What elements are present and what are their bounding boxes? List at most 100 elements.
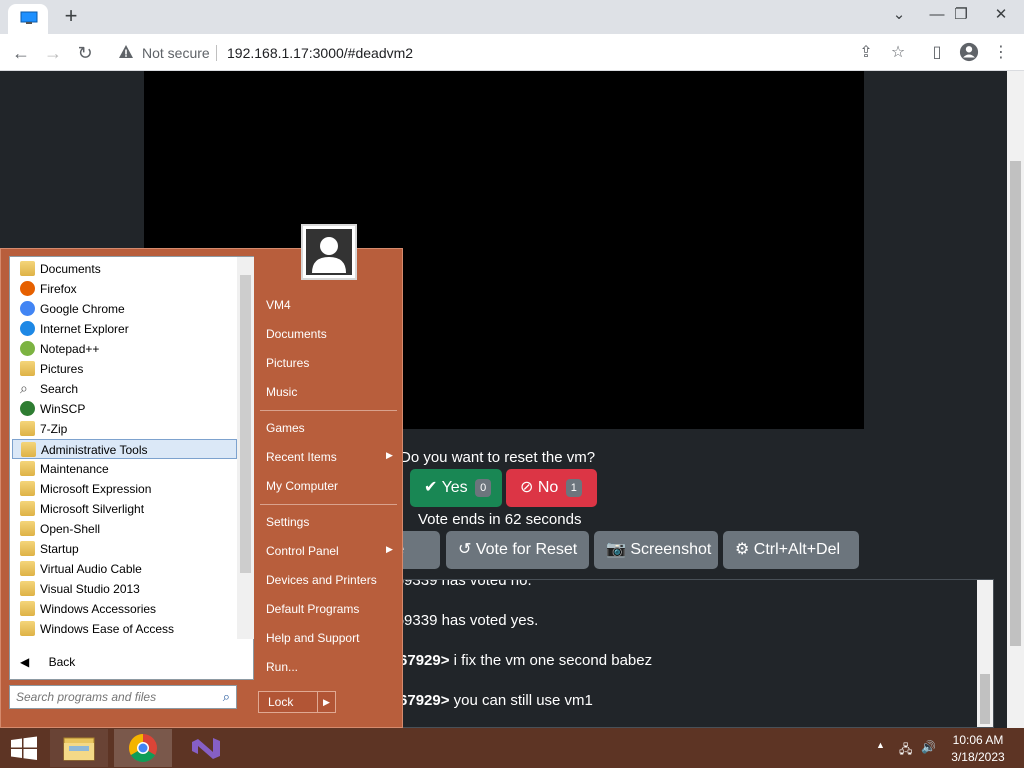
vote-reset-button[interactable]: ↺ Vote for Reset: [446, 531, 589, 569]
taskbar-visual-studio[interactable]: [176, 729, 234, 767]
program-item[interactable]: Notepad++: [12, 339, 237, 359]
user-avatar[interactable]: [301, 224, 357, 280]
program-item[interactable]: Windows Ease of Access: [12, 619, 237, 639]
screenshot-button[interactable]: 📷 Screenshot: [594, 531, 718, 569]
vote-timer: Vote ends in 62 seconds: [418, 511, 582, 528]
start-item-run[interactable]: Run...: [266, 660, 298, 674]
program-item[interactable]: Windows Accessories: [12, 599, 237, 619]
start-item-default-programs[interactable]: Default Programs: [266, 602, 359, 616]
folder-icon: [20, 561, 35, 576]
menu-dots-icon[interactable]: ⋮: [990, 42, 1012, 64]
start-item-my-computer[interactable]: My Computer: [266, 479, 338, 493]
start-item-settings[interactable]: Settings: [266, 515, 309, 529]
start-item-documents[interactable]: Documents: [266, 327, 327, 341]
folder-icon: [63, 737, 95, 761]
program-item[interactable]: ⌕ Search: [12, 379, 237, 399]
search-icon: ⌕: [20, 380, 28, 396]
program-item[interactable]: Microsoft Expression: [12, 479, 237, 499]
side-panel-icon[interactable]: ▯: [926, 42, 948, 64]
folder-icon: [21, 442, 36, 457]
start-item-recent-items[interactable]: Recent Items: [266, 450, 337, 464]
reload-icon[interactable]: ↻: [72, 40, 98, 66]
program-item[interactable]: Microsoft Silverlight: [12, 499, 237, 519]
program-item[interactable]: WinSCP: [12, 399, 237, 419]
back-arrow-icon[interactable]: ←: [8, 40, 34, 66]
chrome-icon: [129, 734, 157, 762]
start-item-devices-printers[interactable]: Devices and Printers: [266, 573, 377, 587]
firefox-icon: [20, 281, 35, 296]
tab-strip: + ⌄ — ❐ ✕: [0, 0, 1024, 34]
back-button[interactable]: ◀ Back: [20, 655, 75, 669]
not-secure-label[interactable]: Not secure: [142, 45, 210, 61]
program-item[interactable]: Open-Shell: [12, 519, 237, 539]
program-label: Microsoft Silverlight: [40, 502, 145, 516]
folder-icon: [20, 461, 35, 476]
program-label: Visual Studio 2013: [40, 582, 140, 596]
program-item[interactable]: Virtual Audio Cable: [12, 559, 237, 579]
program-item[interactable]: Google Chrome: [12, 299, 237, 319]
start-item-help-support[interactable]: Help and Support: [266, 631, 359, 645]
program-item[interactable]: 7-Zip: [12, 419, 237, 439]
new-tab-button[interactable]: +: [60, 4, 82, 28]
folder-icon: [20, 481, 35, 496]
program-label: Windows Accessories: [40, 602, 157, 616]
taskbar-explorer[interactable]: [50, 729, 108, 767]
taskbar: ▲ 🖧 🔊 10:06 AM 3/18/2023: [0, 728, 1024, 768]
clock-time[interactable]: 10:06 AM: [938, 733, 1018, 747]
programs-scrollbar[interactable]: [237, 257, 254, 639]
program-item[interactable]: Firefox: [12, 279, 237, 299]
start-item-vm4[interactable]: VM4: [266, 298, 291, 312]
vote-yes-button[interactable]: ✔ Yes 0: [410, 469, 502, 507]
program-item[interactable]: Internet Explorer: [12, 319, 237, 339]
close-icon[interactable]: ✕: [986, 2, 1016, 28]
share-icon[interactable]: ⇪: [855, 42, 877, 64]
no-count-badge: 1: [565, 478, 582, 497]
start-item-control-panel[interactable]: Control Panel: [266, 544, 339, 558]
start-search-box[interactable]: ⌕: [9, 685, 237, 709]
forward-arrow-icon[interactable]: →: [40, 40, 66, 66]
volume-icon[interactable]: 🔊: [921, 740, 936, 754]
browser-tab[interactable]: [8, 4, 48, 34]
tray-expand-icon[interactable]: ▲: [876, 740, 885, 750]
divider: [260, 410, 397, 411]
url-text[interactable]: 192.168.1.17:3000/#deadvm2: [227, 45, 413, 61]
start-button[interactable]: [0, 729, 48, 767]
clock-date[interactable]: 3/18/2023: [938, 750, 1018, 764]
programs-scroll-thumb[interactable]: [240, 275, 251, 573]
start-search-input[interactable]: [16, 686, 212, 708]
ctrl-alt-del-button[interactable]: ⚙ Ctrl+Alt+Del: [723, 531, 859, 569]
program-item[interactable]: Administrative Tools: [12, 439, 237, 459]
program-item[interactable]: Pictures: [12, 359, 237, 379]
program-label: Administrative Tools: [41, 443, 148, 457]
user-picture: [306, 229, 352, 275]
folder-icon: [20, 541, 35, 556]
star-icon[interactable]: ☆: [887, 42, 909, 64]
taskbar-chrome[interactable]: [114, 729, 172, 767]
start-item-games[interactable]: Games: [266, 421, 305, 435]
lock-options-arrow-icon[interactable]: ▶: [317, 692, 335, 712]
program-label: Microsoft Expression: [40, 482, 152, 496]
start-item-pictures[interactable]: Pictures: [266, 356, 309, 370]
address-bar[interactable]: Not secure 192.168.1.17:3000/#deadvm2: [110, 39, 862, 67]
programs-list: Documents Firefox Google Chrome Internet Ex…: [9, 256, 254, 680]
vote-no-button[interactable]: ⊘ No 1: [506, 469, 597, 507]
chat-text: you can still use vm1: [453, 692, 593, 709]
program-item[interactable]: Documents: [12, 259, 237, 279]
page-scroll-thumb[interactable]: [1010, 161, 1021, 646]
search-icon[interactable]: ⌕: [223, 689, 230, 705]
profile-icon[interactable]: [958, 42, 980, 64]
network-icon[interactable]: 🖧: [899, 740, 912, 761]
start-item-music[interactable]: Music: [266, 385, 297, 399]
program-item[interactable]: Visual Studio 2013: [12, 579, 237, 599]
chat-scroll-thumb[interactable]: [980, 674, 990, 724]
page-scrollbar[interactable]: [1007, 71, 1024, 728]
lock-button[interactable]: Lock ▶: [258, 691, 336, 713]
tab-search-icon[interactable]: ⌄: [884, 2, 914, 28]
program-item[interactable]: Startup: [12, 539, 237, 559]
program-label: Google Chrome: [40, 302, 125, 316]
folder-icon: [20, 581, 35, 596]
program-item[interactable]: Maintenance: [12, 459, 237, 479]
no-label: No: [537, 479, 559, 496]
chat-scrollbar[interactable]: [977, 580, 993, 727]
restore-icon[interactable]: ❐: [946, 2, 976, 28]
